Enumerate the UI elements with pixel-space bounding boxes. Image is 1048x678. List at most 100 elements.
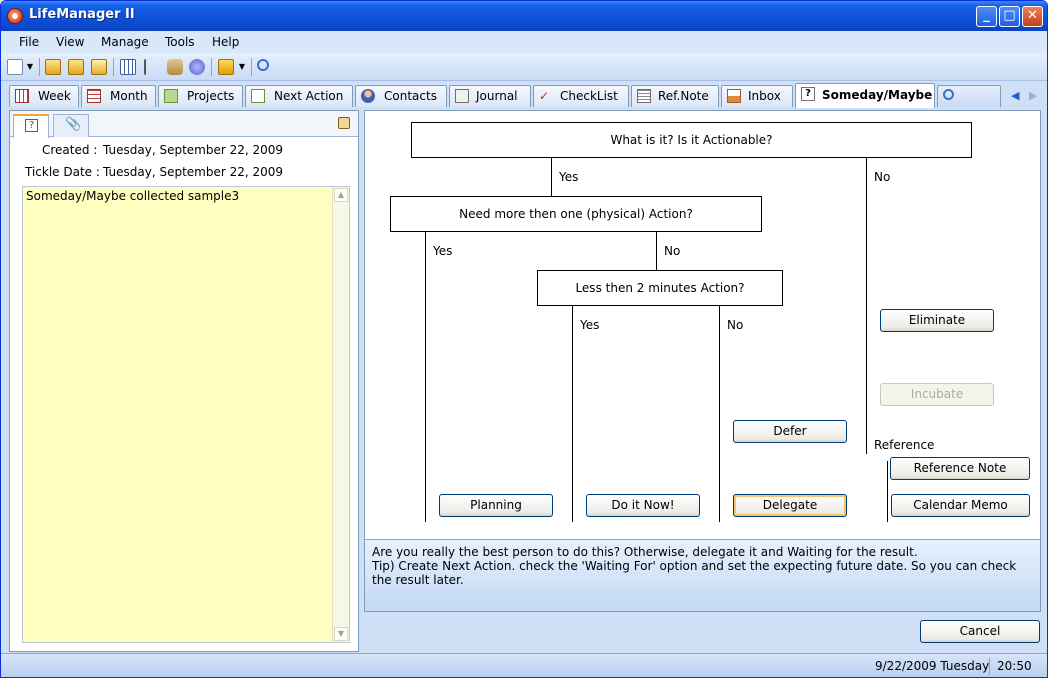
tree-icon[interactable] (144, 59, 160, 75)
menu-manage[interactable]: Manage (101, 35, 149, 49)
yes-label: Yes (580, 318, 600, 332)
backup-icon[interactable] (91, 59, 107, 75)
connector (719, 306, 720, 522)
connector (551, 158, 552, 196)
menu-file[interactable]: File (19, 35, 39, 49)
yes-label: Yes (433, 244, 453, 258)
question-two-minutes: Less then 2 minutes Action? (537, 270, 783, 306)
tab-someday-maybe[interactable]: ? Someday/Maybe (795, 83, 935, 108)
memo-scrollbar[interactable]: ▲ ▼ (332, 187, 349, 642)
scroll-right-icon[interactable]: ▶ (1029, 89, 1037, 102)
note-icon (637, 89, 651, 103)
cancel-button[interactable]: Cancel (920, 620, 1040, 643)
scroll-up-icon[interactable]: ▲ (334, 188, 348, 202)
contacts-icon (361, 89, 375, 103)
tip-line-1: Are you really the best person to do thi… (372, 545, 918, 559)
search-icon[interactable] (257, 59, 269, 71)
tip-area: Are you really the best person to do thi… (365, 539, 1040, 611)
window-title: LifeManager II (29, 7, 135, 22)
new-document-icon[interactable] (7, 59, 23, 75)
app-logo-icon (7, 8, 23, 24)
lock-icon[interactable] (218, 59, 234, 75)
no-label: No (874, 170, 891, 184)
tab-contacts[interactable]: Contacts (355, 85, 447, 107)
tab-inbox[interactable]: Inbox (721, 85, 793, 107)
toolbar: ▼ ▼ (1, 53, 1047, 81)
app-window: LifeManager II _ □ ✕ File View Manage To… (0, 0, 1048, 678)
month-icon (87, 89, 101, 103)
status-separator (989, 658, 990, 675)
toolbar-separator (39, 58, 40, 76)
export-icon[interactable] (68, 59, 84, 75)
status-date: 9/22/2009 Tuesday (875, 659, 990, 673)
delegate-button[interactable]: Delegate (733, 494, 847, 517)
menu-view[interactable]: View (56, 35, 84, 49)
eliminate-button[interactable]: Eliminate (880, 309, 994, 332)
memo-textarea[interactable]: Someday/Maybe collected sample3 ▲ ▼ (22, 186, 350, 643)
tab-attachment[interactable]: 📎 (53, 114, 89, 137)
scroll-down-icon[interactable]: ▼ (334, 627, 348, 641)
menu-bar: File View Manage Tools Help (1, 31, 1047, 53)
tickle-date-value: Tuesday, September 22, 2009 (103, 165, 284, 179)
tab-week[interactable]: Week (9, 85, 79, 107)
tab-next-action[interactable]: Next Action (245, 85, 353, 107)
yes-label: Yes (559, 170, 579, 184)
incubate-button[interactable]: Incubate (880, 383, 994, 406)
no-label: No (664, 244, 681, 258)
flowchart-panel: What is it? Is it Actionable? Yes No Nee… (364, 110, 1041, 612)
tab-month[interactable]: Month (81, 85, 156, 107)
memo-text: Someday/Maybe collected sample3 (26, 189, 240, 203)
journal-icon (455, 89, 469, 103)
search-icon (943, 89, 954, 100)
tab-projects[interactable]: Projects (158, 85, 243, 107)
tip-line-2: Tip) Create Next Action. check the 'Wait… (372, 559, 1017, 587)
question-multiple-actions: Need more then one (physical) Action? (390, 196, 762, 232)
question-actionable: What is it? Is it Actionable? (411, 122, 972, 158)
toolbar-separator (251, 58, 252, 76)
connector (425, 232, 426, 522)
defer-button[interactable]: Defer (733, 420, 847, 443)
projects-icon (164, 89, 178, 103)
gear-icon[interactable] (189, 59, 205, 75)
week-icon (15, 89, 29, 103)
no-label: No (727, 318, 744, 332)
title-bar[interactable]: LifeManager II _ □ ✕ (1, 1, 1047, 31)
database-icon[interactable] (167, 59, 183, 75)
tab-search[interactable] (937, 85, 1001, 107)
toolbar-separator (211, 58, 212, 76)
minimize-button[interactable]: _ (976, 6, 997, 27)
reference-note-button[interactable]: Reference Note (890, 457, 1030, 480)
menu-tools[interactable]: Tools (165, 35, 195, 49)
tab-checklist[interactable]: ✓ CheckList (533, 85, 629, 107)
do-it-now-button[interactable]: Do it Now! (586, 494, 700, 517)
close-button[interactable]: ✕ (1022, 6, 1043, 27)
tab-journal[interactable]: Journal (449, 85, 531, 107)
unlock-icon[interactable] (338, 117, 350, 129)
detail-panel: ? 📎 Created : Tuesday, September 22, 200… (9, 110, 359, 652)
dropdown-arrow-icon[interactable]: ▼ (237, 59, 247, 75)
calendar-memo-button[interactable]: Calendar Memo (891, 494, 1030, 517)
connector (866, 158, 867, 454)
inbox-icon (727, 89, 741, 103)
import-icon[interactable] (45, 59, 61, 75)
checkmark-icon: ✓ (539, 89, 550, 103)
connector (656, 232, 657, 270)
maximize-icon: □ (1003, 8, 1016, 23)
tab-ref-note[interactable]: Ref.Note (631, 85, 719, 107)
dropdown-arrow-icon[interactable]: ▼ (25, 59, 35, 75)
tab-info[interactable]: ? (13, 114, 49, 138)
question-icon: ? (25, 119, 38, 132)
detail-tabs: ? 📎 (10, 111, 358, 138)
menu-help[interactable]: Help (212, 35, 239, 49)
planning-button[interactable]: Planning (439, 494, 553, 517)
scroll-left-icon[interactable]: ◀ (1011, 89, 1019, 102)
calendar-icon[interactable] (120, 59, 136, 75)
status-time: 20:50 (997, 659, 1032, 673)
next-action-icon (251, 89, 265, 103)
maximize-button[interactable]: □ (999, 6, 1020, 27)
created-label: Created : (42, 143, 98, 157)
paperclip-icon: 📎 (65, 117, 82, 132)
reference-label: Reference (874, 438, 935, 452)
minimize-icon: _ (983, 8, 990, 23)
connector (887, 461, 888, 522)
